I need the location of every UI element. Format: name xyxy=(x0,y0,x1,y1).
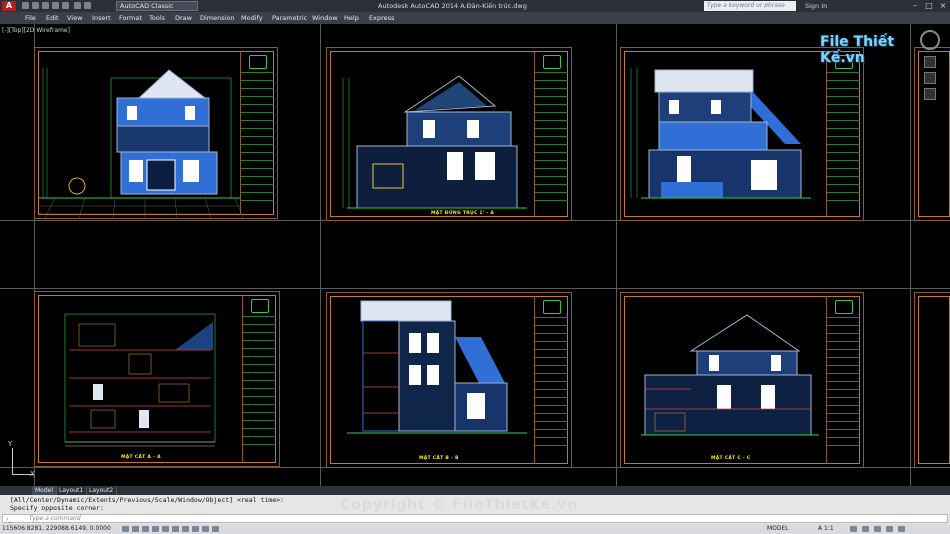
viewport-label[interactable]: [-][Top][2D Wireframe] xyxy=(2,27,70,34)
isolate-objects-icon[interactable] xyxy=(886,526,893,532)
menu-file[interactable]: File xyxy=(25,14,36,22)
title-block xyxy=(240,51,274,215)
command-input[interactable]: ›_ Type a command xyxy=(2,514,948,523)
menu-draw[interactable]: Draw xyxy=(175,14,192,22)
sheet-caption: MẶT CẮT C - C xyxy=(711,456,751,461)
title-block xyxy=(534,296,568,464)
construction-line xyxy=(910,24,911,486)
maximize-icon[interactable]: □ xyxy=(924,1,934,10)
ucs-icon: Y X xyxy=(4,440,35,478)
infer-constraints-icon[interactable] xyxy=(122,526,129,532)
command-history-line: [All/Center/Dynamic/Extents/Previous/Sca… xyxy=(10,496,284,504)
object-snap-icon[interactable] xyxy=(172,526,179,532)
new-icon[interactable] xyxy=(22,2,29,9)
title-block xyxy=(242,295,276,463)
title-bar: A AutoCAD Classic Autodesk AutoCAD 2014 … xyxy=(0,0,950,12)
open-icon[interactable] xyxy=(32,2,39,9)
title-block xyxy=(826,296,860,464)
drawing-sheet[interactable]: MẶT CẮT C - C xyxy=(620,292,864,468)
zoom-icon[interactable] xyxy=(924,72,936,84)
tab-model[interactable]: Model xyxy=(32,486,58,495)
drawing-sheet-partial[interactable] xyxy=(914,292,950,468)
command-placeholder: Type a command xyxy=(29,515,81,522)
undo-icon[interactable] xyxy=(74,2,81,9)
tab-layout2[interactable]: Layout2 xyxy=(86,486,118,495)
menu-tools[interactable]: Tools xyxy=(149,14,165,22)
command-prompt-icon[interactable]: ›_ xyxy=(6,516,11,523)
construction-line xyxy=(320,24,321,486)
snap-mode-icon[interactable] xyxy=(132,526,139,532)
save-icon[interactable] xyxy=(42,2,49,9)
model-space-button[interactable]: MODEL xyxy=(767,525,789,532)
coordinate-readout: 115606.8281, 229088.6149, 0.0000 xyxy=(2,525,111,532)
title-block xyxy=(534,51,568,217)
menu-window[interactable]: Window xyxy=(312,14,338,22)
menu-format[interactable]: Format xyxy=(119,14,142,22)
watermark-logo: File Thiết Kế.vn xyxy=(806,30,926,66)
drawing-sheet[interactable]: MẶT CẮT B - B xyxy=(326,292,572,468)
sheet-caption: MẶT ĐỨNG TRỤC 1' - A xyxy=(431,211,495,216)
dynamic-input-icon[interactable] xyxy=(202,526,209,532)
command-history-line: Specify opposite corner: xyxy=(10,504,104,512)
plot-icon[interactable] xyxy=(62,2,69,9)
search-input[interactable]: Type a keyword or phrase xyxy=(704,1,796,11)
copyright-watermark: Copyright © FileThietKe.vn xyxy=(340,497,579,513)
menu-parametric[interactable]: Parametric xyxy=(272,14,307,22)
menu-help[interactable]: Help xyxy=(344,14,359,22)
grid-display-icon[interactable] xyxy=(142,526,149,532)
construction-line xyxy=(0,288,950,289)
workspace-dropdown[interactable]: AutoCAD Classic xyxy=(116,1,198,11)
menu-dimension[interactable]: Dimension xyxy=(200,14,235,22)
drawing-sheet[interactable]: MẶT CẮT A - A xyxy=(34,291,280,467)
ucs-x-label: X xyxy=(30,470,35,478)
drawing-sheet[interactable] xyxy=(620,47,864,221)
lock-icon[interactable] xyxy=(862,526,869,532)
workspace-switching-icon[interactable] xyxy=(850,526,857,532)
sign-in-button[interactable]: Sign In xyxy=(805,2,827,10)
annotation-scale-button[interactable]: A 1:1 xyxy=(818,525,834,532)
saveas-icon[interactable] xyxy=(52,2,59,9)
status-bar: 115606.8281, 229088.6149, 0.0000 MODEL A… xyxy=(0,524,950,534)
tab-layout1[interactable]: Layout1 xyxy=(56,486,88,495)
lineweight-icon[interactable] xyxy=(212,526,219,532)
pan-icon[interactable] xyxy=(924,56,936,68)
watermark-brand: File Thiết Kế.vn xyxy=(820,34,895,66)
drawing-sheet[interactable]: MẶT ĐỨNG TRỤC 1' - A xyxy=(326,47,572,221)
object-snap-tracking-icon[interactable] xyxy=(182,526,189,532)
drawing-canvas[interactable]: [-][Top][2D Wireframe] MẶT ĐỨNG TRỤC 1' … xyxy=(0,24,950,486)
minimize-icon[interactable]: – xyxy=(910,1,920,10)
title-block xyxy=(826,51,860,217)
clean-screen-icon[interactable] xyxy=(898,526,905,532)
menu-view[interactable]: View xyxy=(67,14,82,22)
ucs-y-label: Y xyxy=(8,440,13,448)
sheet-caption: MẶT CẮT B - B xyxy=(419,456,459,461)
close-icon[interactable]: × xyxy=(938,1,948,10)
polar-tracking-icon[interactable] xyxy=(162,526,169,532)
orbit-icon[interactable] xyxy=(924,88,936,100)
navigation-bar[interactable] xyxy=(918,30,942,120)
redo-icon[interactable] xyxy=(84,2,91,9)
window-title: Autodesk AutoCAD 2014 A.Đàn-Kiến trúc.dw… xyxy=(378,2,527,10)
construction-line xyxy=(616,24,617,486)
ortho-mode-icon[interactable] xyxy=(152,526,159,532)
menu-edit[interactable]: Edit xyxy=(46,14,59,22)
sheet-caption: MẶT CẮT A - A xyxy=(121,455,161,460)
menu-express[interactable]: Express xyxy=(369,14,394,22)
menu-insert[interactable]: Insert xyxy=(92,14,111,22)
layout-tabs: Model Layout1 Layout2 xyxy=(0,486,950,495)
steering-wheel-icon[interactable] xyxy=(920,30,940,50)
drawing-sheet[interactable] xyxy=(34,47,278,219)
dynamic-ucs-icon[interactable] xyxy=(192,526,199,532)
menu-bar: File Edit View Insert Format Tools Draw … xyxy=(0,12,950,24)
hardware-acceleration-icon[interactable] xyxy=(874,526,881,532)
menu-modify[interactable]: Modify xyxy=(241,14,263,22)
autocad-logo-icon[interactable]: A xyxy=(2,1,16,11)
